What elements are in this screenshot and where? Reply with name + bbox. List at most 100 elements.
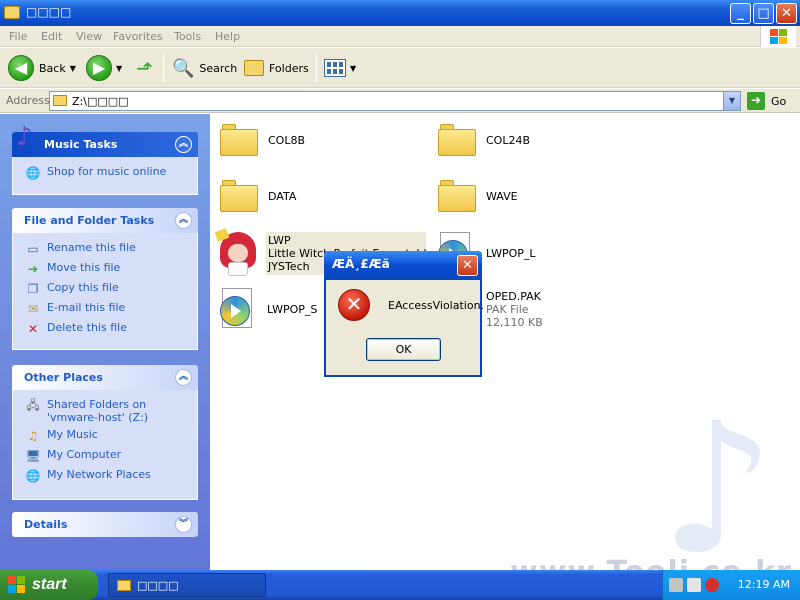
my-music-icon: ♫	[27, 429, 39, 443]
collapse-icon[interactable]: ︽	[175, 136, 192, 153]
dialog-close-button[interactable]: ✕	[457, 255, 478, 276]
title-bar: □□□□ _ □ ✕	[0, 0, 800, 26]
folders-button[interactable]: Folders	[244, 48, 309, 88]
file-size: 12,110 KB	[486, 316, 543, 329]
rename-icon: ▭	[27, 242, 39, 256]
views-button[interactable]: ▼	[324, 48, 356, 88]
folders-label: Folders	[269, 61, 309, 75]
file-name: COL8B	[268, 133, 306, 147]
dialog-title-bar: ÆÄ¸£Æä ✕	[324, 251, 482, 280]
back-arrow-icon: ◀	[8, 55, 34, 81]
file-name: LWP	[268, 233, 291, 247]
file-folder-tasks-header[interactable]: File and Folder Tasks ︽	[12, 208, 198, 233]
ok-button[interactable]: OK	[366, 338, 441, 361]
task-label: Rename this file	[47, 241, 136, 254]
up-folder-button[interactable]: ⬏	[136, 48, 153, 88]
music-tasks-header[interactable]: Music Tasks ︽	[12, 132, 198, 157]
task-delete-file[interactable]: ✕ Delete this file	[25, 321, 197, 341]
address-input[interactable]: Z:\□□□□ ▼	[49, 91, 741, 111]
music-note-watermark-icon: ♪	[660, 385, 775, 594]
start-button[interactable]: start	[0, 570, 98, 600]
file-item-lwpop-s[interactable]: LWPOP_S	[216, 288, 317, 330]
collapse-icon[interactable]: ︽	[175, 369, 192, 386]
error-icon: ✕	[338, 289, 370, 321]
go-button[interactable]: ➜ Go	[747, 92, 786, 110]
search-label: Search	[199, 61, 238, 75]
file-item-data[interactable]: DATA	[220, 180, 296, 212]
details-header[interactable]: Details ︾	[12, 512, 198, 537]
network-places-icon: 🌐	[25, 469, 41, 483]
start-label: start	[32, 576, 67, 593]
menu-tools[interactable]: Tools	[174, 30, 201, 43]
clock[interactable]: 12:19 AM	[738, 578, 790, 591]
file-name: DATA	[268, 189, 297, 203]
up-folder-icon: ⬏	[136, 56, 153, 80]
menu-file[interactable]: File	[9, 30, 27, 43]
place-my-computer[interactable]: 🖥 My Computer	[25, 448, 197, 468]
collapse-icon[interactable]: ︽	[175, 212, 192, 229]
other-places-title: Other Places	[24, 371, 103, 384]
window-title: □□□□	[26, 5, 72, 19]
other-places-header[interactable]: Other Places ︽	[12, 365, 198, 390]
file-name: LWPOP_L	[486, 246, 536, 260]
file-item-col24b[interactable]: COL24B	[438, 124, 530, 156]
expand-icon[interactable]: ︾	[175, 516, 192, 533]
tray-speaker-icon[interactable]	[687, 578, 701, 592]
chevron-down-icon[interactable]: ▼	[70, 64, 76, 73]
tray-app-icon[interactable]	[669, 578, 683, 592]
close-button[interactable]: ✕	[776, 3, 797, 24]
task-rename-file[interactable]: ▭ Rename this file	[25, 241, 197, 261]
folder-icon	[220, 180, 258, 212]
menu-bar: File Edit View Favorites Tools Help	[0, 26, 800, 47]
other-places-panel: Other Places ︽ 🖧 Shared Folders on 'vmwa…	[12, 365, 198, 500]
search-button[interactable]: 🔍 Search	[172, 48, 237, 88]
minimize-button[interactable]: _	[730, 3, 751, 24]
maximize-button[interactable]: □	[753, 3, 774, 24]
task-label: Delete this file	[47, 321, 127, 334]
tray-security-icon[interactable]	[705, 578, 719, 592]
taskbar-window-label: □□□□	[137, 578, 179, 592]
place-my-network-places[interactable]: 🌐 My Network Places	[25, 468, 197, 488]
task-email-file[interactable]: ✉ E-mail this file	[25, 301, 197, 321]
system-tray: 12:19 AM	[662, 570, 800, 600]
address-dropdown-button[interactable]: ▼	[723, 92, 740, 110]
media-file-icon	[216, 288, 258, 330]
back-button[interactable]: ◀ Back ▼	[8, 48, 76, 88]
move-icon: ➔	[27, 262, 39, 276]
task-copy-file[interactable]: ❐ Copy this file	[25, 281, 197, 301]
task-shop-music-online[interactable]: 🌐 Shop for music online	[25, 165, 197, 185]
file-name: WAVE	[486, 189, 518, 203]
file-name: LWPOP_S	[267, 302, 318, 316]
delete-icon: ✕	[27, 322, 39, 336]
menu-view[interactable]: View	[76, 30, 102, 43]
menu-help[interactable]: Help	[215, 30, 240, 43]
chevron-down-icon[interactable]: ▼	[116, 64, 122, 73]
my-computer-icon: 🖥	[25, 449, 41, 463]
go-label: Go	[771, 94, 787, 108]
copy-icon: ❐	[27, 282, 39, 296]
forward-button[interactable]: ▶ ▼	[86, 48, 122, 88]
menu-favorites[interactable]: Favorites	[113, 30, 163, 43]
music-tasks-panel: Music Tasks ︽ 🌐 Shop for music online	[12, 132, 198, 195]
folder-icon	[438, 124, 476, 156]
anime-character-icon	[214, 228, 260, 276]
folders-icon	[244, 60, 264, 76]
details-panel: Details ︾	[12, 512, 198, 537]
file-item-col8b[interactable]: COL8B	[220, 124, 305, 156]
task-label: Move this file	[47, 261, 121, 274]
place-shared-folders[interactable]: 🖧 Shared Folders on 'vmware-host' (Z:)	[25, 398, 197, 428]
menu-edit[interactable]: Edit	[41, 30, 62, 43]
chevron-down-icon[interactable]: ▼	[350, 64, 356, 73]
file-item-wave[interactable]: WAVE	[438, 180, 518, 212]
task-pane: Music Tasks ︽ 🌐 Shop for music online Fi…	[0, 114, 210, 570]
place-my-music[interactable]: ♫ My Music	[25, 428, 197, 448]
taskbar-window-button[interactable]: □□□□	[108, 573, 266, 597]
task-move-file[interactable]: ➔ Move this file	[25, 261, 197, 281]
forward-arrow-icon: ▶	[86, 55, 112, 81]
email-icon: ✉	[27, 302, 39, 316]
place-label-line2: 'vmware-host' (Z:)	[47, 411, 149, 424]
error-message: EAccessViolation.	[388, 299, 485, 312]
dialog-title: ÆÄ¸£Æä	[332, 257, 390, 271]
toolbar: ◀ Back ▼ ▶ ▼ ⬏ 🔍 Search Folders ▼	[0, 48, 800, 88]
file-folder-tasks-panel: File and Folder Tasks ︽ ▭ Rename this fi…	[12, 208, 198, 350]
